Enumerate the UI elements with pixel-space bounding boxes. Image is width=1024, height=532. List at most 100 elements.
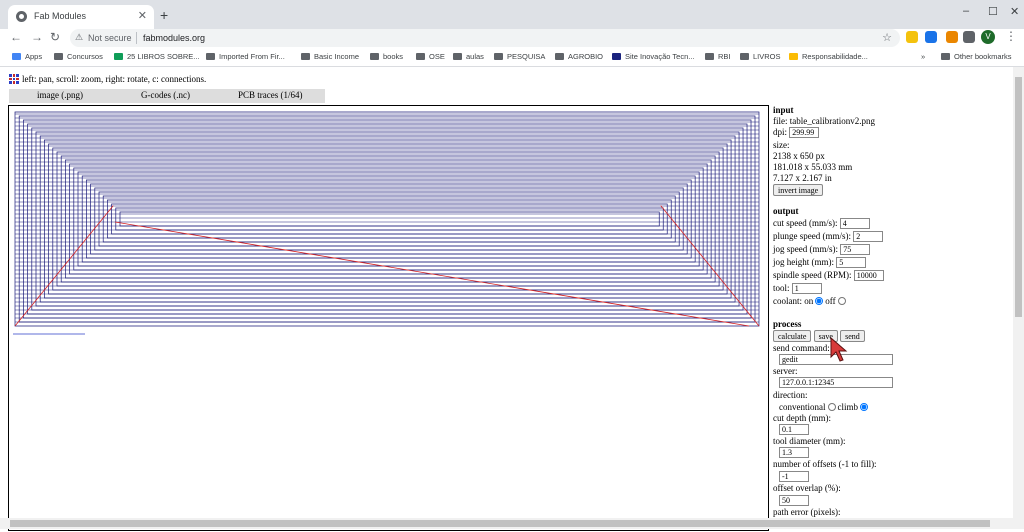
toolpath-loop xyxy=(90,183,688,255)
server-label: server: xyxy=(773,366,798,376)
toolpath-loop xyxy=(23,119,752,319)
drive-icon xyxy=(789,53,798,60)
cut-speed-field[interactable] xyxy=(839,218,870,229)
mouse-cursor-icon xyxy=(830,337,848,362)
bookmark-pesquisa[interactable]: PESQUISA xyxy=(494,52,545,61)
bookmark-concursos[interactable]: Concursos xyxy=(54,52,103,61)
vertical-scrollbar[interactable] xyxy=(1013,67,1024,529)
forward-button[interactable]: → xyxy=(31,30,43,44)
coolant-row: coolant: on off xyxy=(773,296,848,306)
invert-image-button[interactable]: invert image xyxy=(773,184,824,196)
globe-icon xyxy=(16,11,27,22)
new-tab-button[interactable]: + xyxy=(160,7,168,23)
plunge-speed-row: plunge speed (mm/s): xyxy=(773,231,884,242)
module-tabs: image (.png) G-codes (.nc) PCB traces (1… xyxy=(9,89,325,103)
folder-icon xyxy=(941,53,950,60)
plunge-speed-field[interactable] xyxy=(853,231,884,242)
url-text[interactable]: fabmodules.org xyxy=(143,33,205,43)
avatar[interactable]: V xyxy=(981,30,995,44)
send-command-label: send command: xyxy=(773,343,830,353)
tab-pcb-traces[interactable]: PCB traces (1/64) xyxy=(238,90,303,100)
vertical-scroll-thumb[interactable] xyxy=(1015,77,1022,317)
spindle-speed-field[interactable] xyxy=(853,270,884,281)
address-bar[interactable]: ⚠ Not secure fabmodules.org ☆ xyxy=(70,29,900,47)
extension-icon[interactable] xyxy=(946,31,958,43)
back-button[interactable]: ← xyxy=(10,30,22,44)
sheet-icon xyxy=(114,53,123,60)
bookmark-25-libros[interactable]: 25 LIBROS SOBRE... xyxy=(114,52,200,61)
toolpath-loop xyxy=(65,159,712,279)
other-bookmarks[interactable]: Other bookmarks xyxy=(941,52,1012,61)
toolpath-view[interactable] xyxy=(9,106,768,530)
bookmark-livros[interactable]: LIVROS xyxy=(740,52,781,61)
jog-height-field[interactable] xyxy=(836,257,867,268)
tool-diameter-field[interactable] xyxy=(779,447,809,458)
bookmark-rbi[interactable]: RBI xyxy=(705,52,731,61)
browser-menu-icon[interactable]: ⋮ xyxy=(1005,29,1017,43)
bookmark-imported[interactable]: Imported From Fir... xyxy=(206,52,285,61)
offsets-label: number of offsets (-1 to fill): xyxy=(773,459,877,469)
tool-field[interactable] xyxy=(791,283,822,294)
folder-icon xyxy=(54,53,63,60)
calculate-button[interactable]: calculate xyxy=(773,330,812,342)
coolant-off-radio[interactable] xyxy=(837,297,846,305)
extension-icon[interactable] xyxy=(925,31,937,43)
dpi-field[interactable] xyxy=(789,127,820,138)
conventional-radio[interactable] xyxy=(827,403,836,411)
coolant-on-radio[interactable] xyxy=(815,297,824,305)
tab-title: Fab Modules xyxy=(34,11,87,21)
size-label: size: xyxy=(773,140,790,150)
horizontal-scroll-thumb[interactable] xyxy=(10,520,990,527)
puzzle-icon[interactable] xyxy=(963,31,975,43)
tool-diameter-label: tool diameter (mm): xyxy=(773,436,846,446)
tab-close-icon[interactable]: ✕ xyxy=(138,9,147,22)
toolpath-loop xyxy=(115,207,664,231)
bookmark-ose[interactable]: OSE xyxy=(416,52,445,61)
toolpath-loop xyxy=(18,115,756,323)
not-secure-label[interactable]: Not secure xyxy=(88,33,132,43)
page-content: left: pan, scroll: zoom, right: rotate, … xyxy=(0,67,1024,531)
toolpath-loop xyxy=(94,187,684,251)
toolpath-canvas[interactable] xyxy=(8,105,769,531)
maximize-button[interactable]: ☐ xyxy=(988,5,998,18)
bookmarks-overflow[interactable]: » xyxy=(921,52,925,61)
horizontal-scrollbar[interactable] xyxy=(0,518,1013,529)
browser-toolbar: ← → ↻ ⚠ Not secure fabmodules.org ☆ V ⋮ xyxy=(0,29,1024,48)
cut-depth-label: cut depth (mm): xyxy=(773,413,831,423)
extension-icon[interactable] xyxy=(906,31,918,43)
server-field[interactable] xyxy=(779,377,893,388)
toolpath-loop xyxy=(60,155,716,283)
folder-icon xyxy=(705,53,714,60)
bookmark-aulas[interactable]: aulas xyxy=(453,52,484,61)
browser-tab[interactable]: Fab Modules ✕ xyxy=(8,5,154,29)
toolpath-loop xyxy=(73,167,704,271)
toolpath-loop xyxy=(81,175,696,263)
tab-gcodes-nc[interactable]: G-codes (.nc) xyxy=(141,90,190,100)
jog-speed-field[interactable] xyxy=(840,244,871,255)
reload-button[interactable]: ↻ xyxy=(50,30,60,44)
bookmark-apps[interactable]: Apps xyxy=(12,52,42,61)
window-close-button[interactable]: ✕ xyxy=(1010,5,1019,18)
folder-icon xyxy=(416,53,425,60)
tab-image-png[interactable]: image (.png) xyxy=(37,90,83,100)
bookmark-books[interactable]: books xyxy=(370,52,403,61)
cut-depth-field[interactable] xyxy=(779,424,809,435)
size-in: 7.127 x 2.167 in xyxy=(773,173,832,183)
bookmark-basic-income[interactable]: Basic Income xyxy=(301,52,359,61)
folder-icon xyxy=(206,53,215,60)
toolpath-loop xyxy=(31,127,744,311)
toolpath-loop xyxy=(69,163,708,275)
bookmark-star-icon[interactable]: ☆ xyxy=(882,31,892,44)
bookmark-agrobio[interactable]: AGROBIO xyxy=(555,52,603,61)
overlap-field[interactable] xyxy=(779,495,809,506)
bookmark-responsabilidade[interactable]: Responsabilidade... xyxy=(789,52,868,61)
folder-icon xyxy=(453,53,462,60)
warning-icon[interactable]: ⚠ xyxy=(75,32,83,43)
climb-radio[interactable] xyxy=(860,403,868,411)
minimize-button[interactable]: – xyxy=(963,5,969,17)
size-px: 2138 x 650 px xyxy=(773,151,825,161)
toolpath-loop xyxy=(52,147,724,291)
help-text: left: pan, scroll: zoom, right: rotate, … xyxy=(22,74,207,84)
bookmark-site-inovacao[interactable]: Site Inovação Tecn... xyxy=(612,52,695,61)
offsets-field[interactable] xyxy=(779,471,809,482)
